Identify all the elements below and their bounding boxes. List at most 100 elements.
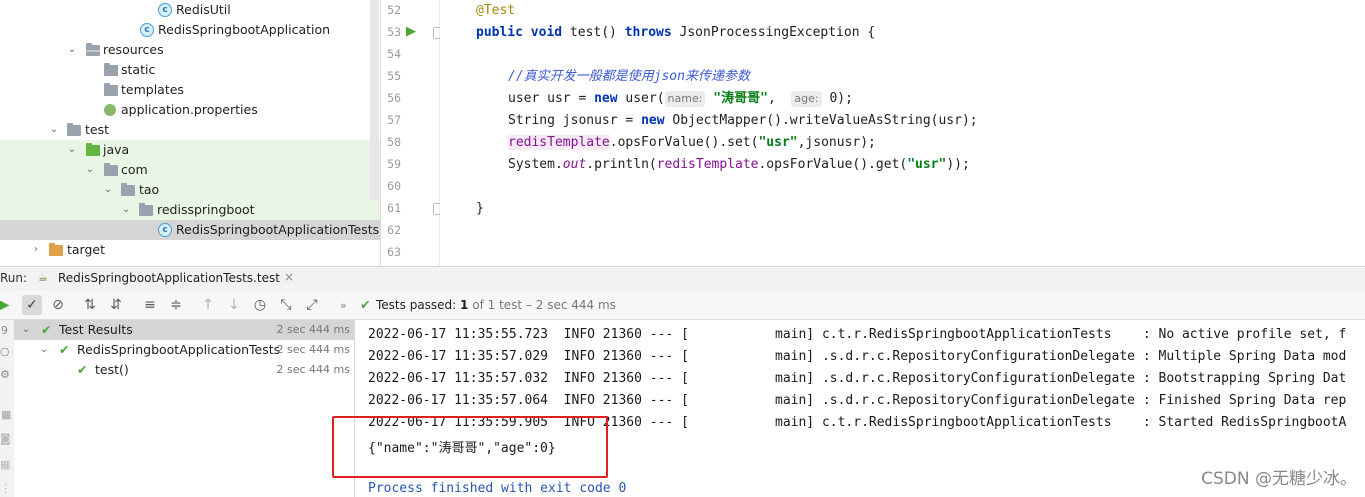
previous-failed-icon[interactable]: ↑ bbox=[198, 295, 218, 315]
tree-item-redisspringboot[interactable]: ⌄ redisspringboot bbox=[0, 200, 380, 220]
method-name-text: test() bbox=[569, 25, 625, 40]
annotation-text: @Test bbox=[476, 3, 516, 18]
tree-item-templates[interactable]: templates bbox=[0, 80, 380, 100]
console-exit-line: Process finished with exit code 0 bbox=[368, 481, 627, 496]
tree-item-java[interactable]: ⌄ java bbox=[0, 140, 380, 160]
run-side-toolbar: 9 ⎔ ⚙ ■ ◙ ▦ ⋮ bbox=[0, 320, 15, 497]
tree-item-applicationtests[interactable]: c RedisSpringbootApplicationTests bbox=[0, 220, 380, 240]
result-root[interactable]: ⌄ ✔ Test Results 2 sec 444 ms bbox=[14, 320, 354, 340]
chevron-down-icon[interactable]: ⌄ bbox=[120, 200, 132, 220]
resources-folder-icon bbox=[86, 43, 100, 56]
code-text: ,jsonusr); bbox=[797, 135, 876, 150]
tree-item-static[interactable]: static bbox=[0, 60, 380, 80]
chevron-down-icon[interactable]: ⌄ bbox=[22, 320, 30, 340]
close-icon[interactable]: × bbox=[284, 270, 294, 284]
tree-item-label: test bbox=[85, 122, 110, 137]
snapshot-icon[interactable]: ⎔ bbox=[0, 346, 10, 359]
string-literal: "usr" bbox=[907, 157, 947, 172]
stop-icon[interactable]: ■ bbox=[1, 408, 11, 421]
chevron-down-icon[interactable]: ⌄ bbox=[48, 120, 60, 140]
string-literal: "usr" bbox=[758, 135, 798, 150]
code-line-55: //真实开发一般都是使用json来传递参数 bbox=[508, 66, 750, 88]
tree-item-label: RedisUtil bbox=[176, 2, 231, 17]
show-passed-icon[interactable]: ✓ bbox=[22, 295, 42, 315]
settings-icon[interactable]: ⚙ bbox=[0, 368, 10, 381]
history-icon[interactable]: ◷ bbox=[250, 295, 270, 315]
chevron-down-icon[interactable]: ⌄ bbox=[40, 340, 48, 360]
more-icon[interactable]: » bbox=[340, 299, 347, 312]
show-ignored-icon[interactable]: ⊘ bbox=[48, 295, 68, 315]
highlight-box bbox=[332, 416, 608, 478]
tree-item-test[interactable]: ⌄ test bbox=[0, 120, 380, 140]
pin-icon[interactable]: ⋮ bbox=[0, 482, 11, 495]
package-icon bbox=[104, 163, 118, 176]
sort-duration-icon[interactable]: ⇵ bbox=[106, 295, 126, 315]
line-number: 53 bbox=[387, 25, 401, 39]
chevron-right-icon[interactable]: › bbox=[30, 240, 42, 260]
run-test-icon[interactable]: ▶ bbox=[406, 24, 416, 39]
line-number: 61 bbox=[387, 201, 401, 215]
tree-item-label: resources bbox=[103, 42, 164, 57]
tree-item-label: com bbox=[121, 162, 148, 177]
result-duration: 2 sec 444 ms bbox=[276, 343, 350, 356]
expand-all-icon[interactable]: ≡ bbox=[140, 295, 160, 315]
import-tests-icon[interactable]: ⤡ bbox=[276, 295, 296, 315]
class-icon: c bbox=[158, 3, 172, 17]
result-class[interactable]: ⌄ ✔ RedisSpringbootApplicationTests 2 se… bbox=[14, 340, 354, 360]
run-label: Run: bbox=[0, 271, 28, 285]
line-number: 57 bbox=[387, 113, 401, 127]
tree-item-redisutil[interactable]: c RedisUtil bbox=[0, 0, 380, 20]
tree-item-resources[interactable]: ⌄ resources bbox=[0, 40, 380, 60]
passed-check-icon: ✔ bbox=[77, 362, 88, 377]
field-text: redisTemplate bbox=[508, 135, 610, 150]
code-text: .opsForValue().get( bbox=[758, 157, 908, 172]
folder-icon bbox=[104, 83, 118, 96]
keyword-text: new bbox=[594, 91, 626, 106]
rerun-failed-icon[interactable]: 9 bbox=[1, 324, 8, 337]
tree-item-label: RedisSpringbootApplicationTests bbox=[176, 222, 380, 237]
result-label: test() bbox=[95, 362, 129, 377]
line-number: 59 bbox=[387, 157, 401, 171]
code-text: System. bbox=[508, 157, 563, 172]
result-method[interactable]: ✔ test() 2 sec 444 ms bbox=[14, 360, 354, 380]
code-text: String jsonusr = bbox=[508, 113, 642, 128]
folder-icon bbox=[104, 63, 118, 76]
tree-scrollbar[interactable] bbox=[370, 0, 379, 200]
chevron-down-icon[interactable]: ⌄ bbox=[66, 40, 78, 60]
layout-icon[interactable]: ▦ bbox=[0, 458, 10, 471]
status-count: 1 bbox=[460, 298, 469, 312]
chevron-down-icon[interactable]: ⌄ bbox=[102, 180, 114, 200]
sort-alpha-icon[interactable]: ⇅ bbox=[80, 295, 100, 315]
code-line-57: String jsonusr = new ObjectMapper().writ… bbox=[508, 110, 978, 132]
test-toolbar: ▶ ✓ ⊘ ⇅ ⇵ ≡ ≑ ↑ ↓ ◷ ⤡ ⤢ » ✔ Tests passed… bbox=[0, 291, 1365, 320]
status-bold: Tests passed: bbox=[376, 298, 457, 312]
code-text: user usr = bbox=[508, 91, 595, 106]
code-text: ObjectMapper().writeValueAsString(usr); bbox=[672, 113, 978, 128]
properties-file-icon bbox=[104, 104, 116, 116]
code-text: } bbox=[476, 201, 484, 216]
tree-item-application-properties[interactable]: application.properties bbox=[0, 100, 380, 120]
collapse-all-icon[interactable]: ≑ bbox=[166, 295, 186, 315]
code-editor[interactable]: @Test public void test() throws JsonProc… bbox=[440, 0, 1365, 266]
next-failed-icon[interactable]: ↓ bbox=[224, 295, 244, 315]
keyword-text: public void bbox=[476, 25, 570, 40]
tree-item-tao[interactable]: ⌄ tao bbox=[0, 180, 380, 200]
watermark: CSDN @无糖少冰。 bbox=[1201, 469, 1357, 489]
export-tests-icon[interactable]: ⤢ bbox=[302, 295, 322, 315]
chevron-down-icon[interactable]: ⌄ bbox=[66, 140, 78, 160]
code-line-59: System.out.println(redisTemplate.opsForV… bbox=[508, 154, 970, 176]
tree-item-label: templates bbox=[121, 82, 184, 97]
tree-item-com[interactable]: ⌄ com bbox=[0, 160, 380, 180]
code-line-56: user usr = new user(name: "涛哥哥", age: 0)… bbox=[508, 88, 853, 110]
tree-item-target[interactable]: › target bbox=[0, 240, 380, 260]
result-duration: 2 sec 444 ms bbox=[276, 363, 350, 376]
rerun-icon[interactable]: ▶ bbox=[0, 295, 14, 315]
chevron-down-icon[interactable]: ⌄ bbox=[84, 160, 96, 180]
camera-icon[interactable]: ◙ bbox=[0, 432, 11, 445]
code-line-61: } bbox=[476, 198, 484, 220]
tree-item-application[interactable]: c RedisSpringbootApplication bbox=[0, 20, 380, 40]
param-hint: age: bbox=[791, 91, 822, 107]
class-icon: c bbox=[158, 223, 172, 237]
passed-check-icon: ✔ bbox=[360, 297, 371, 312]
run-tab-label[interactable]: RedisSpringbootApplicationTests.test bbox=[58, 271, 280, 285]
